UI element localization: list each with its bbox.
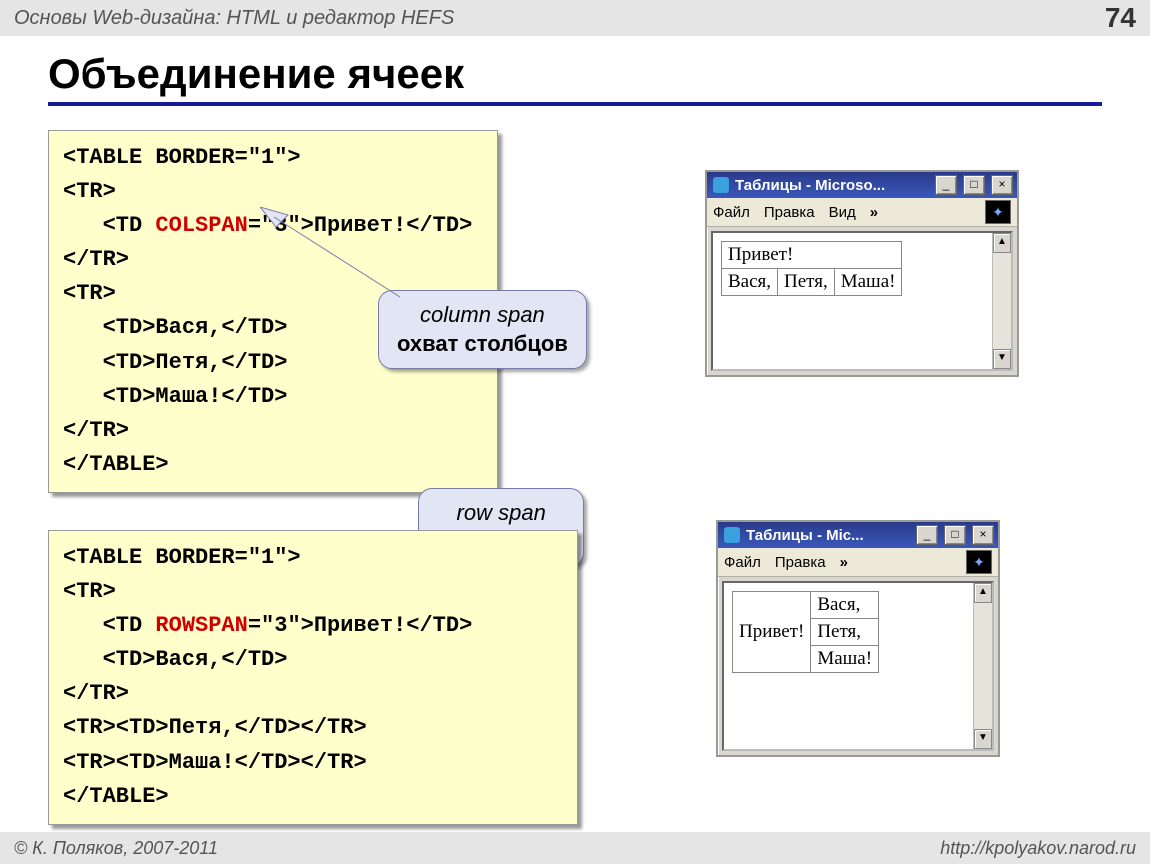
callout-en: column span	[397, 301, 568, 330]
menubar: Файл Правка » ✦	[718, 548, 998, 577]
window-title: Таблицы - Mic...	[746, 527, 910, 544]
footer-copyright: © К. Поляков, 2007-2011	[14, 838, 218, 859]
callout-ru: охват столбцов	[397, 330, 568, 359]
slide-footer: © К. Поляков, 2007-2011 http://kpolyakov…	[0, 832, 1150, 864]
demo-table-rowspan: Привет! Вася, Петя, Маша!	[732, 591, 879, 673]
menu-overflow[interactable]: »	[870, 204, 878, 221]
scroll-up-icon[interactable]: ▲	[974, 583, 992, 603]
page-number: 74	[1105, 2, 1136, 34]
browser-viewport: Привет! Вася, Петя, Маша! ▲ ▼	[711, 231, 1013, 371]
callout-en: row span	[437, 499, 565, 528]
table-cell: Маша!	[811, 646, 879, 673]
close-button[interactable]: ×	[991, 175, 1013, 195]
table-cell: Вася,	[811, 592, 879, 619]
maximize-button[interactable]: □	[963, 175, 985, 195]
slide-title: Объединение ячеек	[48, 50, 1102, 106]
browser-preview-rowspan: Таблицы - Mic... _ □ × Файл Правка » ✦ П…	[716, 520, 1000, 757]
table-cell: Привет!	[733, 592, 811, 673]
maximize-button[interactable]: □	[944, 525, 966, 545]
table-cell: Петя,	[778, 269, 835, 296]
table-cell: Вася,	[722, 269, 778, 296]
footer-url: http://kpolyakov.narod.ru	[940, 838, 1136, 859]
menu-view[interactable]: Вид	[829, 204, 856, 221]
table-cell: Маша!	[834, 269, 902, 296]
browser-throbber-icon: ✦	[966, 550, 992, 574]
scroll-up-icon[interactable]: ▲	[993, 233, 1011, 253]
vertical-scrollbar[interactable]: ▲ ▼	[992, 233, 1011, 369]
browser-preview-colspan: Таблицы - Microso... _ □ × Файл Правка В…	[705, 170, 1019, 377]
scroll-down-icon[interactable]: ▼	[974, 729, 992, 749]
browser-viewport: Привет! Вася, Петя, Маша! ▲ ▼	[722, 581, 994, 751]
browser-throbber-icon: ✦	[985, 200, 1011, 224]
demo-table-colspan: Привет! Вася, Петя, Маша!	[721, 241, 902, 296]
table-cell: Привет!	[722, 242, 902, 269]
menubar: Файл Правка Вид » ✦	[707, 198, 1017, 227]
course-title: Основы Web-дизайна: HTML и редактор HEFS	[14, 7, 454, 30]
window-titlebar: Таблицы - Microso... _ □ ×	[707, 172, 1017, 198]
callout-colspan: column span охват столбцов	[378, 290, 587, 369]
ie-icon	[713, 177, 729, 193]
slide-header: Основы Web-дизайна: HTML и редактор HEFS…	[0, 0, 1150, 36]
minimize-button[interactable]: _	[935, 175, 957, 195]
table-cell: Петя,	[811, 619, 879, 646]
scroll-down-icon[interactable]: ▼	[993, 349, 1011, 369]
menu-edit[interactable]: Правка	[764, 204, 815, 221]
ie-icon	[724, 527, 740, 543]
menu-edit[interactable]: Правка	[775, 554, 826, 571]
menu-file[interactable]: Файл	[713, 204, 750, 221]
menu-file[interactable]: Файл	[724, 554, 761, 571]
window-titlebar: Таблицы - Mic... _ □ ×	[718, 522, 998, 548]
window-title: Таблицы - Microso...	[735, 177, 929, 194]
menu-overflow[interactable]: »	[840, 554, 848, 571]
minimize-button[interactable]: _	[916, 525, 938, 545]
close-button[interactable]: ×	[972, 525, 994, 545]
code-block-rowspan: <TABLE BORDER="1"> <TR> <TD ROWSPAN="3">…	[48, 530, 578, 825]
vertical-scrollbar[interactable]: ▲ ▼	[973, 583, 992, 749]
